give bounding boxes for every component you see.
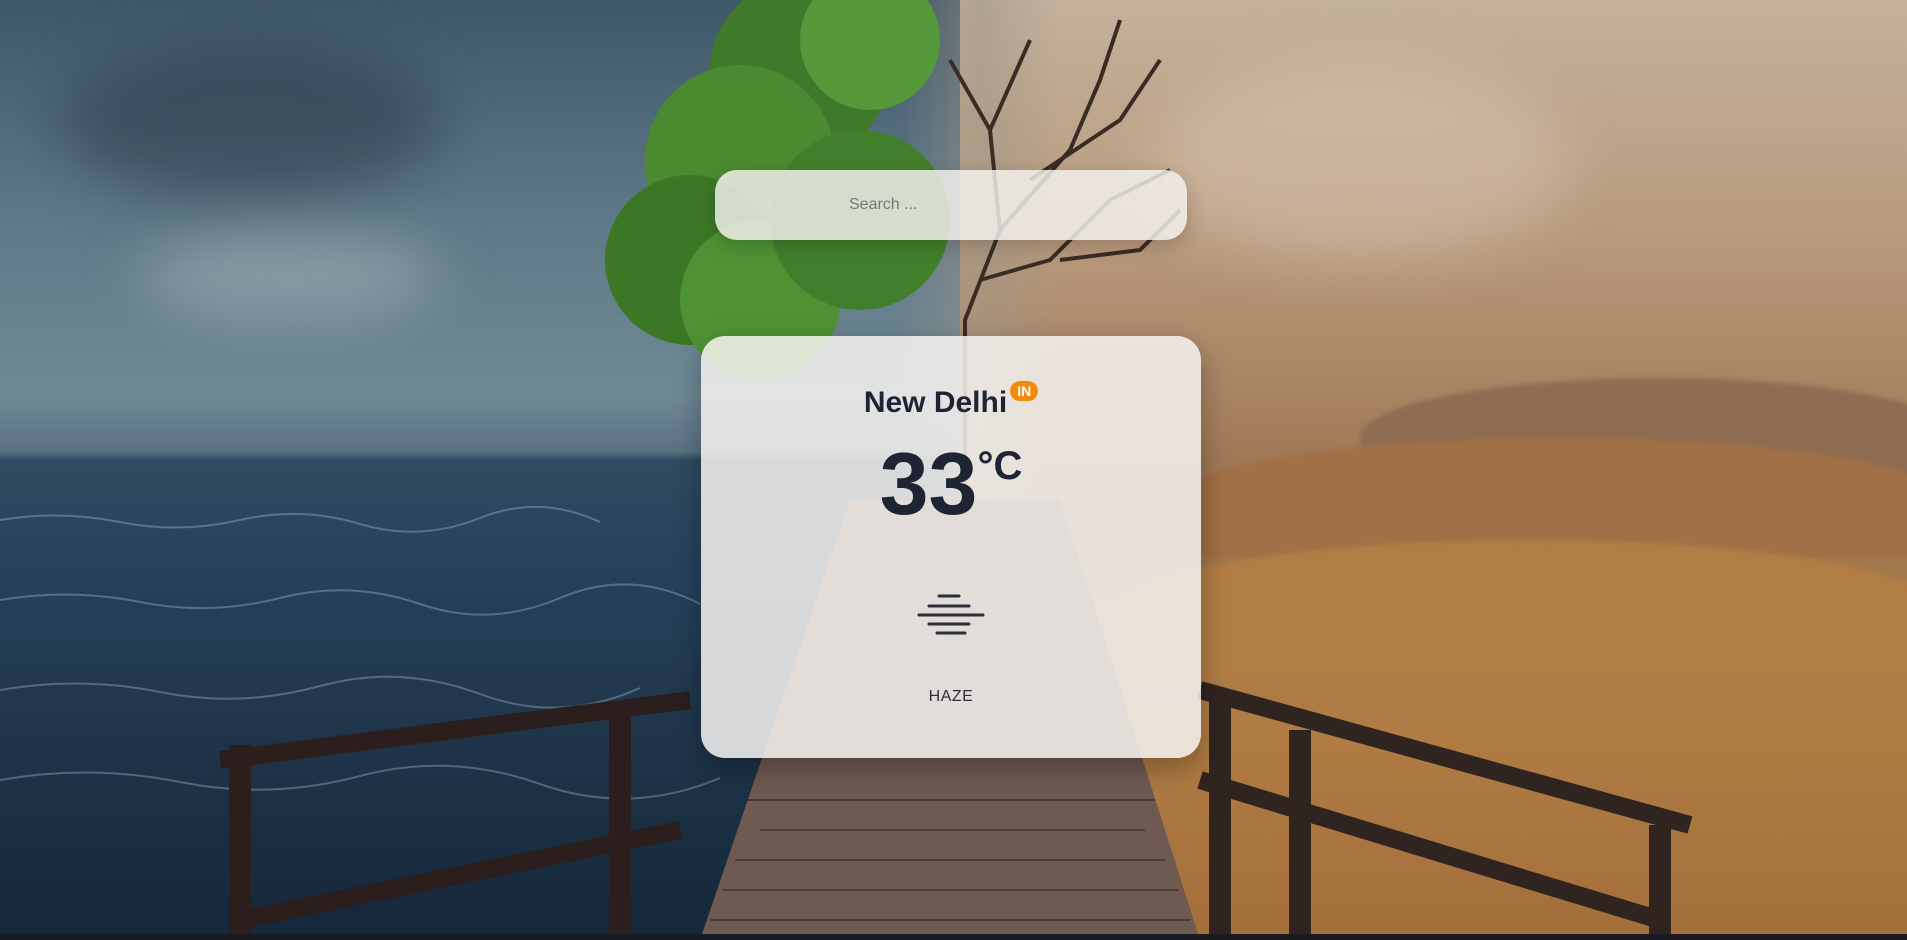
temperature-value: 33 xyxy=(879,434,978,533)
condition-label: HAZE xyxy=(928,688,974,705)
temperature-unit: °C xyxy=(977,444,1023,488)
temperature-row: 33°C xyxy=(701,436,1201,532)
search-bar[interactable] xyxy=(715,170,1187,240)
search-input[interactable] xyxy=(715,170,1187,240)
weather-app: New DelhiIN 33°C HAZE xyxy=(0,0,1907,940)
haze-icon xyxy=(917,594,985,635)
country-badge: IN xyxy=(1010,381,1039,402)
location-row: New Delhi IN xyxy=(701,381,1201,420)
city-name: New Delhi xyxy=(863,386,1008,419)
weather-card: New Delhi IN 33°C HAZE xyxy=(701,336,1201,758)
